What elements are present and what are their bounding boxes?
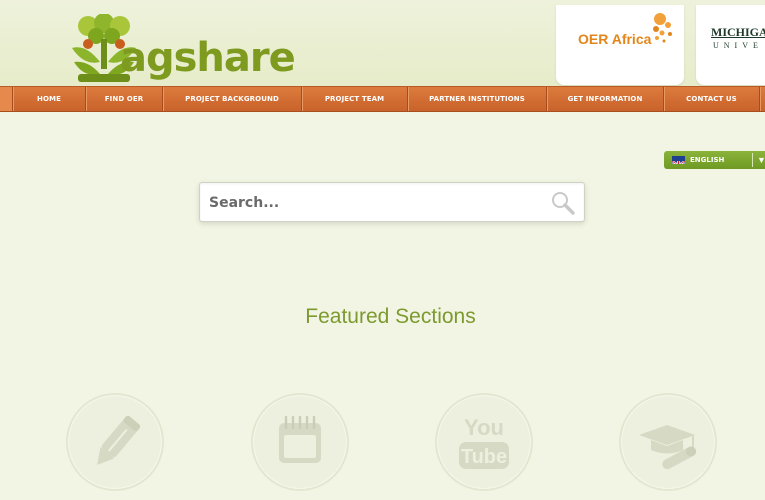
language-selector[interactable]: ENGLISH ▼ bbox=[664, 151, 765, 169]
michigan-state-label: MICHIGAN bbox=[711, 25, 765, 39]
chevron-down-icon: ▼ bbox=[757, 155, 765, 165]
main-nav: HOME FIND OER PROJECT BACKGROUND PROJECT… bbox=[0, 86, 765, 112]
pencil-icon bbox=[97, 415, 141, 465]
uk-flag-icon bbox=[672, 156, 685, 164]
calendar-icon bbox=[279, 415, 321, 463]
featured-graduation-link[interactable] bbox=[619, 393, 717, 491]
oer-africa-label: OER Africa bbox=[578, 31, 652, 47]
featured-sections-title: Featured Sections bbox=[305, 305, 476, 328]
nav-item-find-oer[interactable]: FIND OER bbox=[86, 87, 162, 111]
search-box bbox=[199, 182, 585, 222]
nav-item-get-information[interactable]: GET INFORMATION bbox=[547, 87, 663, 111]
oer-africa-dots-icon bbox=[653, 13, 672, 43]
nav-separator bbox=[759, 87, 760, 111]
oer-africa-link[interactable]: OER Africa bbox=[556, 5, 684, 85]
michigan-state-link[interactable]: MICHIGAN UNIVE bbox=[696, 5, 765, 85]
nav-left-accent bbox=[0, 87, 12, 111]
nav-item-partner-institutions[interactable]: PARTNER INSTITUTIONS bbox=[408, 87, 546, 111]
graduation-cap-icon bbox=[639, 425, 697, 470]
language-divider bbox=[752, 153, 753, 167]
nav-item-project-background[interactable]: PROJECT BACKGROUND bbox=[163, 87, 301, 111]
search-input[interactable] bbox=[207, 190, 531, 216]
nav-item-project-team[interactable]: PROJECT TEAM bbox=[302, 87, 407, 111]
search-icon[interactable] bbox=[550, 190, 576, 216]
featured-calendar-link[interactable] bbox=[251, 393, 349, 491]
featured-pencil-link[interactable] bbox=[66, 393, 164, 491]
youtube-tube-text: Tube bbox=[461, 446, 507, 468]
agshare-logo-text: agshare bbox=[120, 35, 296, 81]
featured-youtube-link[interactable]: You Tube bbox=[435, 393, 533, 491]
language-label: ENGLISH bbox=[690, 156, 725, 164]
nav-item-contact-us[interactable]: CONTACT US bbox=[664, 87, 759, 111]
site-header: agshare OER Africa MICHIGAN UNIVE bbox=[0, 0, 765, 88]
youtube-you-text: You bbox=[464, 415, 504, 440]
nav-item-home[interactable]: HOME bbox=[13, 87, 85, 111]
youtube-icon: You Tube bbox=[459, 415, 509, 469]
michigan-state-sub-label: UNIVE bbox=[713, 41, 763, 50]
